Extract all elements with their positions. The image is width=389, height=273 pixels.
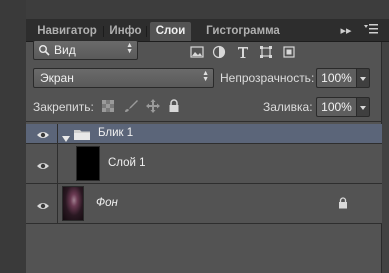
vertical-scrollbar[interactable]	[381, 42, 389, 273]
layer-name[interactable]: Фон	[96, 197, 118, 209]
fill-input[interactable]: 100%	[316, 97, 356, 117]
type-filter-icon[interactable]	[236, 45, 250, 59]
lock-image-pixels-icon[interactable]	[124, 99, 138, 116]
layer-thumbnail[interactable]	[76, 146, 100, 181]
panel-menu-icon[interactable]	[361, 23, 381, 39]
eye-icon[interactable]	[36, 200, 50, 210]
lock-all-icon[interactable]	[168, 99, 180, 116]
panel-dock-header	[26, 0, 389, 19]
lock-position-icon[interactable]	[146, 99, 160, 116]
tab-navigator[interactable]: Навигатор	[30, 22, 104, 41]
expand-triangle-icon[interactable]	[62, 131, 70, 145]
blend-mode-value: Экран	[40, 71, 74, 85]
eye-icon[interactable]	[36, 129, 50, 139]
layer-row-group[interactable]: Блик 1	[26, 124, 382, 144]
lock-transparent-pixels-icon[interactable]	[102, 100, 114, 115]
layer-name[interactable]: Блик 1	[98, 127, 133, 139]
updown-arrows-icon: ▲ ▼	[126, 42, 133, 55]
layers-list-divider	[26, 121, 382, 122]
layer-filter-select[interactable]: Вид ▲ ▼	[33, 40, 138, 60]
updown-arrows-icon: ▲ ▼	[202, 70, 209, 83]
adjustment-filter-icon[interactable]	[212, 45, 226, 59]
panel-tab-bar: Навигатор Инфо Слои Гистограмма ▸▸	[26, 19, 389, 42]
eye-icon[interactable]	[36, 160, 50, 170]
blend-mode-select[interactable]: Экран ▲ ▼	[33, 68, 214, 88]
shape-filter-icon[interactable]	[259, 45, 273, 59]
fill-dropdown-button[interactable]	[356, 97, 370, 117]
tab-info[interactable]: Инфо	[104, 22, 147, 41]
layer-name[interactable]: Слой 1	[108, 157, 146, 169]
lock-icon	[338, 197, 348, 212]
lock-label: Закрепить:	[33, 100, 94, 114]
fill-label: Заливка:	[263, 100, 313, 114]
smart-object-filter-icon[interactable]	[282, 45, 296, 59]
collapse-icon[interactable]: ▸▸	[339, 23, 353, 39]
opacity-label: Непрозрачность:	[220, 71, 315, 85]
image-filter-icon[interactable]	[190, 45, 204, 59]
opacity-dropdown-button[interactable]	[356, 68, 370, 88]
layer-row[interactable]: Слой 1	[26, 144, 382, 184]
folder-icon	[74, 128, 90, 143]
layer-row-background[interactable]: Фон	[26, 184, 382, 224]
tab-layers[interactable]: Слои	[150, 22, 191, 41]
search-icon	[38, 43, 50, 61]
left-dock-edge	[0, 0, 27, 273]
tab-histogram[interactable]: Гистограмма	[195, 22, 291, 41]
opacity-input[interactable]: 100%	[316, 68, 356, 88]
background-thumbnail[interactable]	[62, 186, 84, 221]
filter-value: Вид	[54, 43, 76, 57]
